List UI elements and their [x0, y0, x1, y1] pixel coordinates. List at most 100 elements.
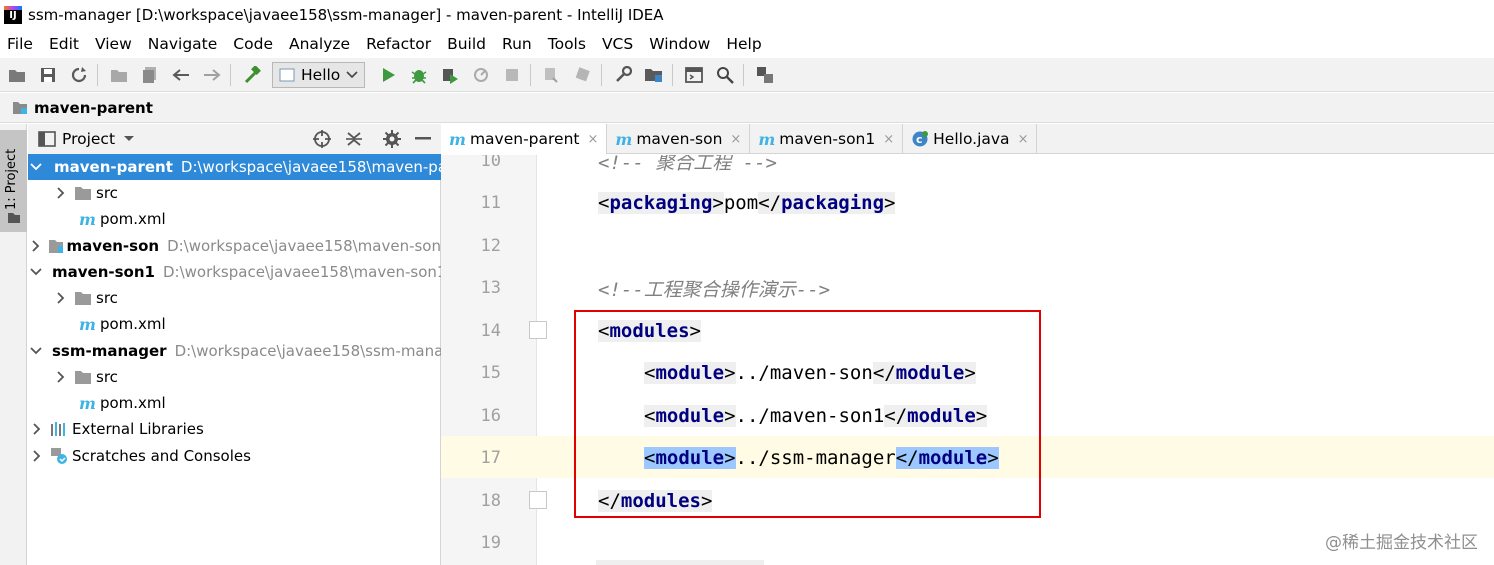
- tree-item-ssm-manager[interactable]: ssm-manager D:\workspace\javaee158\ssm-m…: [28, 338, 441, 364]
- locate-crosshair-icon[interactable]: [313, 130, 331, 148]
- project-tool-tab[interactable]: 1: Project: [0, 130, 27, 232]
- code-line: <packaging> pom </packaging>: [598, 186, 896, 220]
- debug-icon[interactable]: [408, 64, 430, 86]
- forward-arrow-icon[interactable]: [201, 64, 223, 86]
- tab-maven-son[interactable]: m maven-son ×: [607, 124, 751, 154]
- gear-icon[interactable]: [383, 130, 401, 148]
- tab-label: maven-parent: [469, 130, 580, 148]
- menu-edit[interactable]: Edit: [49, 35, 79, 53]
- save-icon[interactable]: [37, 64, 59, 86]
- tree-item-pom[interactable]: m pom.xml: [28, 390, 441, 416]
- project-panel: Project maven-parent D:\workspace\javaee…: [28, 124, 441, 565]
- menu-help[interactable]: Help: [726, 35, 761, 53]
- update-project-icon[interactable]: [541, 64, 563, 86]
- build-hammer-icon[interactable]: [241, 64, 263, 86]
- tree-item-external-libraries[interactable]: External Libraries: [28, 416, 441, 442]
- tree-item-pom[interactable]: m pom.xml: [28, 311, 441, 337]
- chevron-down-icon[interactable]: [123, 135, 135, 143]
- xml-comment: <!-- 聚合工程 -->: [598, 155, 777, 174]
- line-number: 14: [480, 321, 501, 341]
- line-number: 18: [480, 491, 501, 511]
- line-number: 12: [480, 236, 501, 256]
- module-folder-icon: [48, 240, 63, 253]
- breadcrumb-project[interactable]: maven-parent: [34, 99, 153, 117]
- menu-code[interactable]: Code: [233, 35, 273, 53]
- coverage-icon[interactable]: [439, 64, 461, 86]
- tree-item-src[interactable]: src: [28, 364, 441, 390]
- close-icon[interactable]: ×: [587, 132, 598, 147]
- tree-item-maven-son1[interactable]: maven-son1 D:\workspace\javaee158\maven-…: [28, 259, 441, 285]
- tree-item-pom[interactable]: m pom.xml: [28, 206, 441, 232]
- folder-icon[interactable]: [108, 64, 130, 86]
- close-icon[interactable]: ×: [1018, 132, 1029, 147]
- tab-maven-parent[interactable]: m maven-parent ×: [441, 124, 608, 154]
- menu-view[interactable]: View: [95, 35, 132, 53]
- menu-tools[interactable]: Tools: [548, 35, 586, 53]
- run-configuration-dropdown[interactable]: Hello: [272, 61, 366, 88]
- tree-item-src[interactable]: src: [28, 285, 441, 311]
- project-panel-title[interactable]: Project: [62, 130, 115, 148]
- tab-hello-java[interactable]: c Hello.java ×: [903, 124, 1038, 154]
- tree-item-label: pom.xml: [99, 210, 166, 228]
- xml-comment: <!--工程聚合操作演示-->: [598, 278, 831, 301]
- presentation-icon[interactable]: [754, 64, 776, 86]
- chevron-right-icon[interactable]: [30, 449, 44, 463]
- chevron-right-icon[interactable]: [54, 186, 68, 200]
- code-line: <!-- 聚合工程 -->: [598, 155, 777, 178]
- close-icon[interactable]: ×: [883, 132, 894, 147]
- project-view-icon: [38, 131, 56, 147]
- back-arrow-icon[interactable]: [170, 64, 192, 86]
- close-icon[interactable]: ×: [730, 132, 741, 147]
- chevron-down-icon[interactable]: [30, 160, 42, 174]
- terminal-window-icon[interactable]: [683, 64, 705, 86]
- run-config-label: Hello: [301, 65, 341, 84]
- sync-icon[interactable]: [68, 64, 90, 86]
- commit-icon[interactable]: [572, 64, 594, 86]
- folder-icon: [75, 371, 91, 384]
- menu-run[interactable]: Run: [502, 35, 532, 53]
- chevron-right-icon[interactable]: [30, 239, 42, 253]
- tree-item-scratches[interactable]: Scratches and Consoles: [28, 443, 441, 469]
- tree-item-label: Scratches and Consoles: [72, 447, 251, 465]
- menu-build[interactable]: Build: [447, 35, 486, 53]
- annotation-red-box: [574, 310, 1041, 518]
- menu-refactor[interactable]: Refactor: [366, 35, 431, 53]
- project-panel-header: Project: [28, 124, 441, 154]
- copy-icon[interactable]: [139, 64, 161, 86]
- menu-file[interactable]: File: [7, 35, 33, 53]
- folder-icon: [75, 187, 91, 200]
- code-line: <!--工程聚合操作演示-->: [598, 271, 830, 305]
- scratches-icon: [51, 448, 67, 464]
- tab-maven-son1[interactable]: m maven-son1 ×: [750, 124, 904, 154]
- collapse-all-icon[interactable]: [345, 130, 363, 148]
- chevron-right-icon[interactable]: [54, 370, 68, 384]
- menu-vcs[interactable]: VCS: [602, 35, 633, 53]
- menu-window[interactable]: Window: [649, 35, 710, 53]
- menu-analyze[interactable]: Analyze: [289, 35, 350, 53]
- run-icon[interactable]: [377, 64, 399, 86]
- chevron-down-icon: [346, 70, 358, 78]
- tag-name: packaging: [609, 192, 713, 214]
- settings-wrench-icon[interactable]: [612, 64, 634, 86]
- menu-bar: File Edit View Navigate Code Analyze Ref…: [0, 30, 1494, 58]
- folder-icon: [75, 292, 91, 305]
- chevron-right-icon[interactable]: [30, 422, 44, 436]
- tree-item-maven-parent[interactable]: maven-parent D:\workspace\javaee158\mave…: [28, 154, 441, 180]
- menu-navigate[interactable]: Navigate: [148, 35, 218, 53]
- profile-icon[interactable]: [470, 64, 492, 86]
- minimize-icon[interactable]: [415, 137, 431, 141]
- chevron-right-icon[interactable]: [54, 291, 68, 305]
- fold-marker-icon[interactable]: [529, 321, 547, 339]
- chevron-down-icon[interactable]: [30, 344, 42, 358]
- project-structure-icon[interactable]: [643, 64, 665, 86]
- chevron-down-icon[interactable]: [30, 265, 42, 279]
- tree-item-label: maven-parent: [54, 158, 173, 176]
- tree-item-label: maven-son1: [52, 263, 155, 281]
- tree-item-src[interactable]: src: [28, 180, 441, 206]
- stop-icon[interactable]: [501, 64, 523, 86]
- tree-item-maven-son[interactable]: maven-son D:\workspace\javaee158\maven-s…: [28, 233, 441, 259]
- toolbar-separator: [601, 63, 603, 86]
- fold-marker-icon[interactable]: [529, 491, 547, 509]
- search-icon[interactable]: [714, 64, 736, 86]
- open-folder-icon[interactable]: [6, 64, 28, 86]
